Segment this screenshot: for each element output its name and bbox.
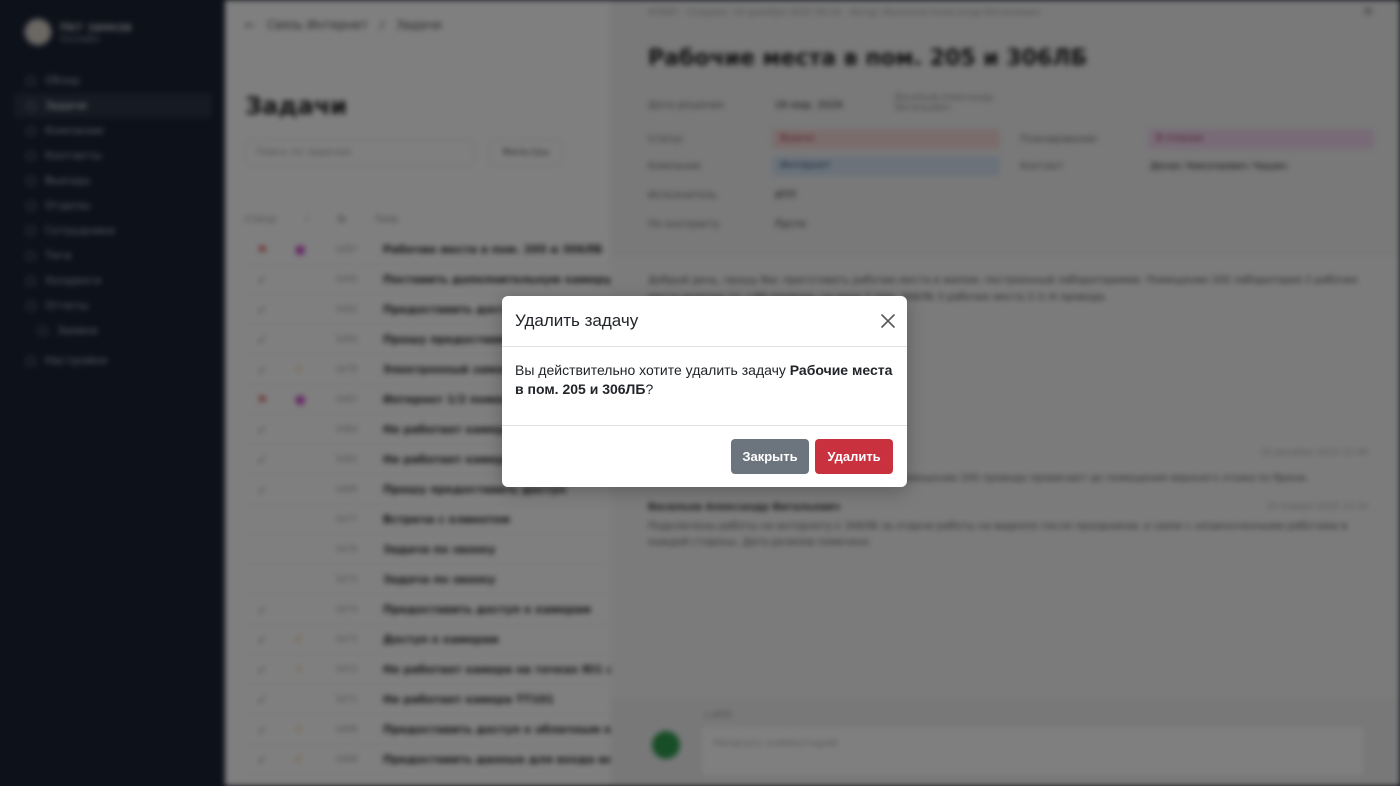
dialog-footer: Закрыть Удалить (502, 426, 907, 487)
dialog-question-end: ? (645, 381, 654, 397)
close-icon[interactable] (879, 312, 897, 330)
delete-button[interactable]: Удалить (815, 439, 893, 474)
close-button[interactable]: Закрыть (731, 439, 809, 474)
dialog-header: Удалить задачу (502, 296, 907, 347)
dialog-body: Вы действительно хотите удалить задачу Р… (502, 347, 907, 426)
dialog-question: Вы действительно хотите удалить задачу (515, 362, 790, 378)
dialog-title: Удалить задачу (515, 311, 639, 330)
delete-task-dialog: Удалить задачу Вы действительно хотите у… (502, 296, 907, 487)
